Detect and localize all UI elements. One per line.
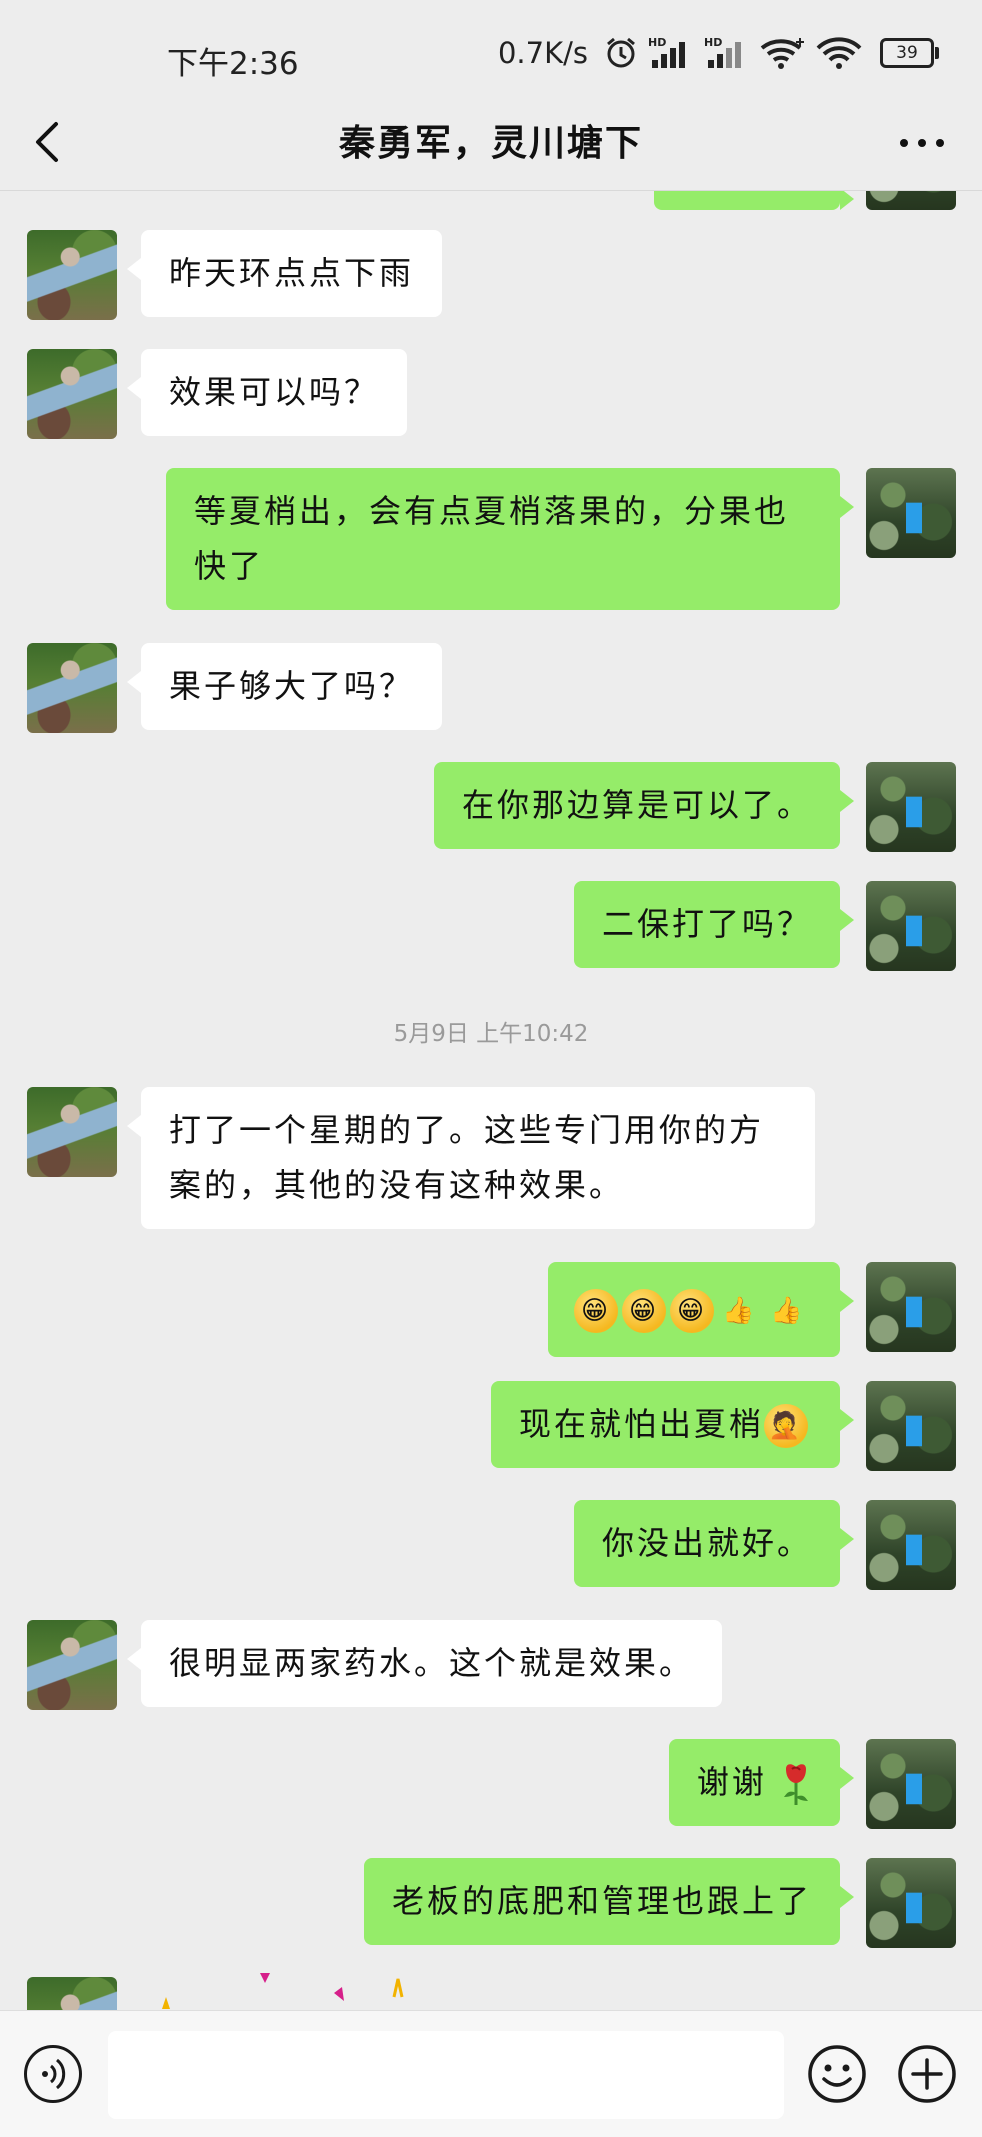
avatar-contact[interactable] xyxy=(27,1087,117,1177)
message-bubble-incoming[interactable]: 效果可以吗？ xyxy=(126,349,408,436)
avatar-self[interactable] xyxy=(866,1381,956,1471)
signal-icon: HD xyxy=(648,36,694,70)
rose-emoji xyxy=(784,1764,808,1805)
avatar-contact[interactable] xyxy=(27,1620,117,1710)
chat-title: 秦勇军，灵川塘下 xyxy=(338,123,643,164)
emoji-button[interactable] xyxy=(806,2043,868,2105)
plus-icon xyxy=(898,2045,956,2103)
thumbs-up-emoji: 👍 xyxy=(770,1296,806,1326)
message-bubble-outgoing[interactable]: 😁 😁 😁 👍 👍 xyxy=(548,1262,854,1357)
avatar-contact[interactable] xyxy=(27,349,117,439)
message-list[interactable]: 昨天环点点下雨 效果可以吗？ 等夏梢出，会有点夏梢落果的，分果也快了 果子够大了… xyxy=(0,190,982,2010)
avatar-self[interactable] xyxy=(866,881,956,971)
avatar-contact[interactable] xyxy=(27,230,117,320)
grin-emoji: 😁 xyxy=(622,1289,666,1333)
more-button[interactable] xyxy=(892,118,952,168)
thumbs-up-emoji: 👍 xyxy=(722,1296,758,1326)
avatar-self[interactable] xyxy=(866,762,956,852)
facepalm-emoji: 🤦 xyxy=(764,1404,808,1448)
message-input[interactable] xyxy=(108,2031,784,2119)
voice-icon xyxy=(42,2058,66,2090)
hd-label: HD xyxy=(648,36,666,49)
message-timestamp: 5月9日 上午10:42 xyxy=(393,1021,589,1047)
sticker-partial[interactable] xyxy=(150,1971,450,2010)
smiley-icon xyxy=(808,2045,866,2103)
voice-button[interactable] xyxy=(24,2045,82,2103)
message-text: 现在就怕出夏梢 xyxy=(518,1405,764,1443)
grin-emoji: 😁 xyxy=(670,1289,714,1333)
input-bar xyxy=(0,2010,982,2137)
message-bubble-outgoing[interactable]: 二保打了吗？ xyxy=(573,881,855,968)
status-bar: 下午2:36 0.7K/s HD HD 39 xyxy=(0,0,982,112)
avatar-self[interactable] xyxy=(866,1739,956,1829)
message-bubble-outgoing[interactable]: 现在就怕出夏梢 🤦 xyxy=(490,1381,855,1468)
more-dots-icon xyxy=(900,139,944,147)
status-time: 下午2:36 xyxy=(167,46,299,82)
message-bubble-outgoing[interactable]: 等夏梢出，会有点夏梢落果的，分果也快了 xyxy=(166,468,854,610)
battery-icon: 39 xyxy=(880,38,939,68)
message-bubble-incoming[interactable]: 果子够大了吗？ xyxy=(126,643,443,730)
battery-level: 39 xyxy=(896,43,918,63)
avatar-self[interactable] xyxy=(866,190,956,210)
avatar-contact[interactable] xyxy=(27,1977,117,2010)
chat-header: 秦勇军，灵川塘下 xyxy=(0,98,982,191)
message-bubble-outgoing[interactable]: 你没出就好。 xyxy=(573,1500,855,1587)
status-icons: 0.7K/s HD HD 39 xyxy=(497,36,939,70)
message-bubble-incoming[interactable]: 打了一个星期的了。这些专门用你的方案的，其他的没有这种效果。 xyxy=(127,1087,815,1229)
avatar-self[interactable] xyxy=(866,1500,956,1590)
message-text: 谢谢 xyxy=(696,1763,767,1801)
avatar-self[interactable] xyxy=(866,1858,956,1948)
hd-label: HD xyxy=(704,36,722,49)
avatar-self[interactable] xyxy=(866,468,956,558)
avatar-contact[interactable] xyxy=(27,643,117,733)
message-bubble-incoming[interactable]: 昨天环点点下雨 xyxy=(126,230,443,317)
message-bubble-partial[interactable] xyxy=(654,190,854,210)
message-bubble-outgoing[interactable]: 谢谢 xyxy=(668,1739,855,1826)
more-actions-button[interactable] xyxy=(896,2043,958,2105)
signal-icon-2: HD xyxy=(704,36,750,70)
net-speed: 0.7K/s xyxy=(497,36,588,70)
message-bubble-outgoing[interactable]: 在你那边算是可以了。 xyxy=(433,762,855,849)
alarm-icon xyxy=(604,36,638,70)
avatar-self[interactable] xyxy=(866,1262,956,1352)
wifi-icon-2 xyxy=(816,36,862,70)
wifi-icon xyxy=(760,36,806,70)
message-bubble-incoming[interactable]: 很明显两家药水。这个就是效果。 xyxy=(126,1620,723,1707)
grin-emoji: 😁 xyxy=(574,1289,618,1333)
message-bubble-outgoing[interactable]: 老板的底肥和管理也跟上了 xyxy=(363,1858,855,1945)
